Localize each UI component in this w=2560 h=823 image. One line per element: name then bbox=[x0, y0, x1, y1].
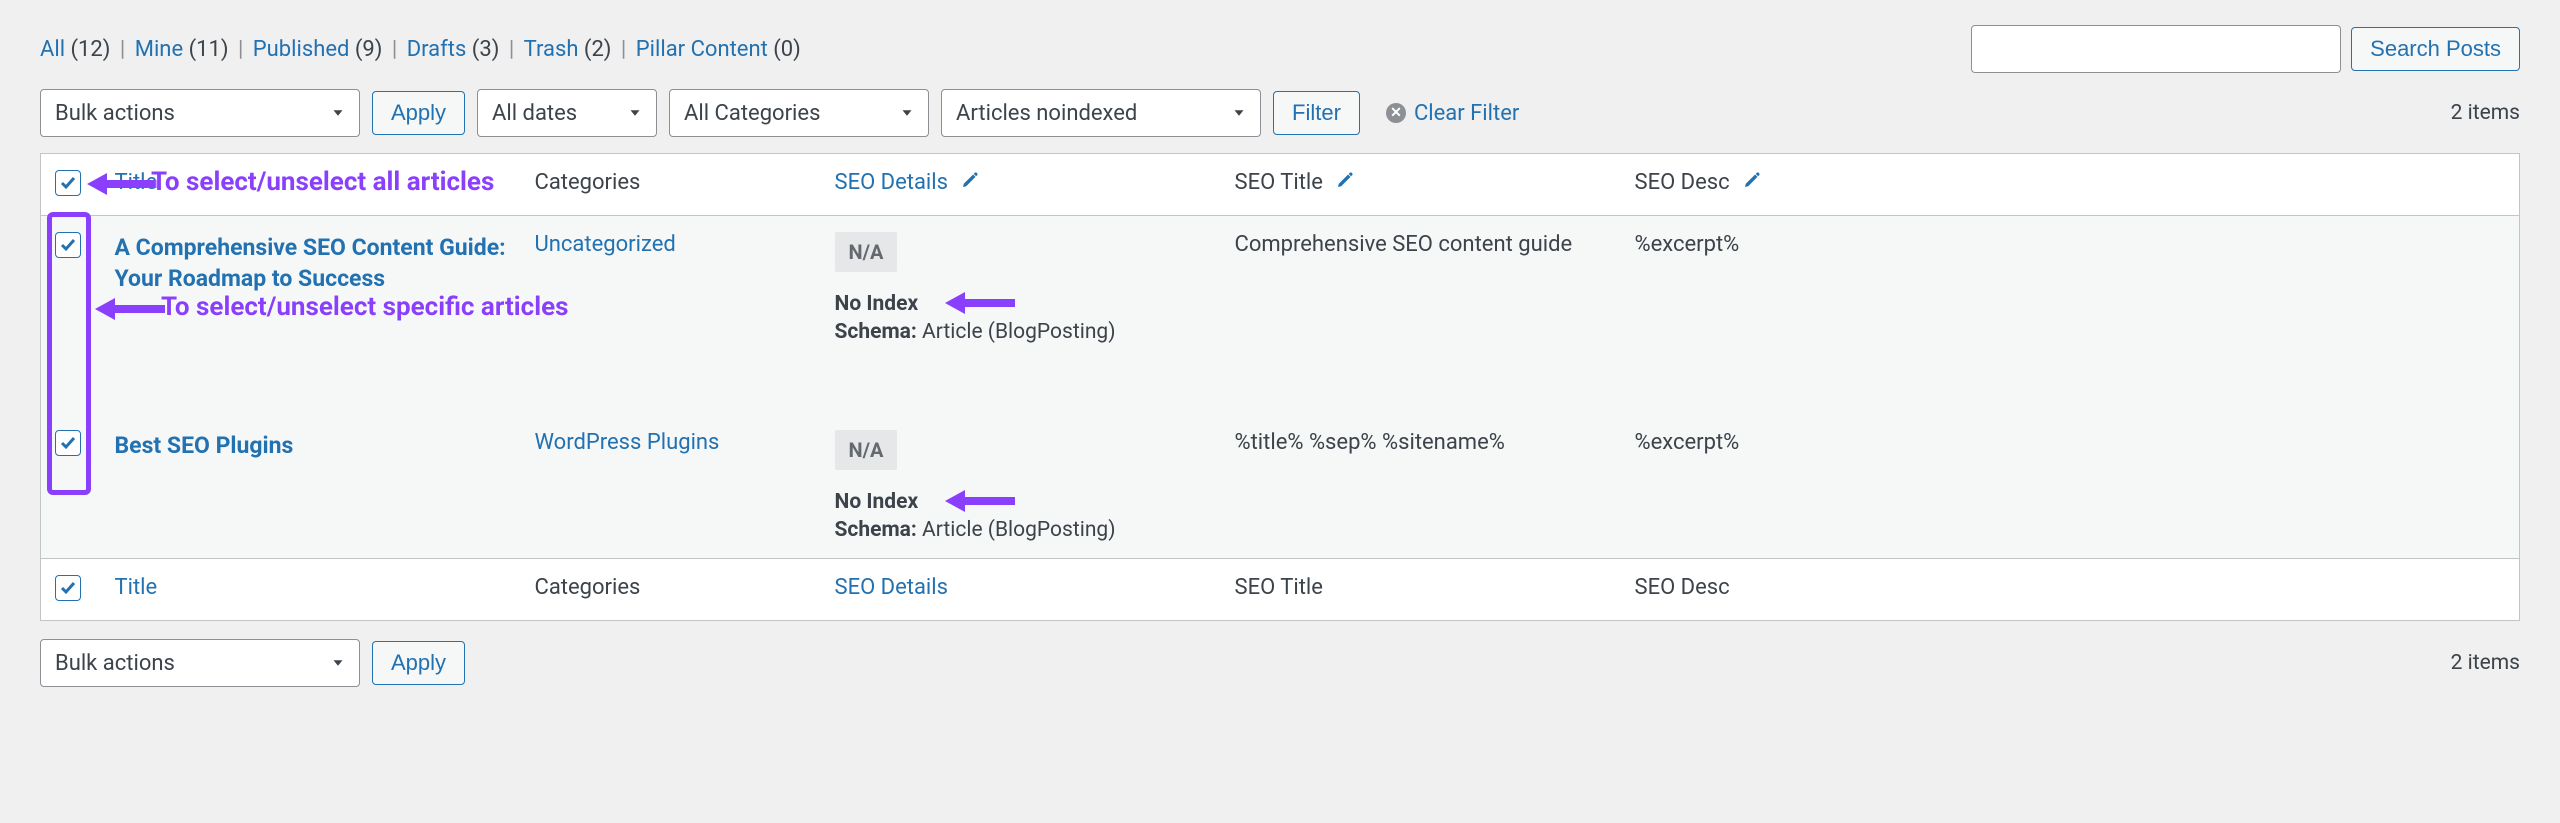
search-input[interactable] bbox=[1971, 25, 2341, 73]
bulk-actions-select-bottom[interactable]: Bulk actions bbox=[40, 639, 360, 687]
col-categories-header: Categories bbox=[521, 154, 821, 216]
clear-filter-label: Clear Filter bbox=[1414, 101, 1519, 126]
dates-select[interactable]: All dates bbox=[477, 89, 657, 137]
col-seo-details-footer[interactable]: SEO Details bbox=[835, 575, 948, 600]
dates-label: All dates bbox=[492, 101, 577, 126]
items-count-bottom: 2 items bbox=[2451, 651, 2520, 675]
items-count-top: 2 items bbox=[2451, 101, 2520, 125]
search-posts-button[interactable]: Search Posts bbox=[2351, 27, 2520, 71]
status-count: (9) bbox=[349, 37, 382, 62]
apply-bulk-button-bottom[interactable]: Apply bbox=[372, 641, 465, 685]
row-checkbox[interactable] bbox=[55, 430, 81, 456]
categories-select[interactable]: All Categories bbox=[669, 89, 929, 137]
row-checkbox[interactable] bbox=[55, 232, 81, 258]
rank-filter-select[interactable]: Articles noindexed bbox=[941, 89, 1261, 137]
status-count: (2) bbox=[578, 37, 611, 62]
seo-desc-cell: %excerpt% bbox=[1621, 410, 2520, 559]
clear-icon: ✕ bbox=[1386, 103, 1406, 123]
chevron-down-icon bbox=[329, 104, 347, 122]
status-filter-links: All (12) | Mine (11) | Published (9) | D… bbox=[40, 37, 801, 62]
col-seo-desc-footer: SEO Desc bbox=[1621, 559, 2520, 621]
table-row: A Comprehensive SEO Content Guide: Your … bbox=[41, 216, 2520, 361]
seo-score-badge: N/A bbox=[835, 232, 898, 272]
status-count: (11) bbox=[183, 37, 228, 62]
select-all-checkbox-bottom[interactable] bbox=[55, 575, 81, 601]
clear-filter-link[interactable]: ✕ Clear Filter bbox=[1386, 101, 1519, 126]
col-title-footer[interactable]: Title bbox=[115, 575, 158, 600]
table-row: Best SEO Plugins WordPress Plugins N/A No I… bbox=[41, 410, 2520, 559]
status-link-mine[interactable]: Mine bbox=[135, 37, 183, 62]
status-count: (0) bbox=[768, 37, 801, 62]
post-title-link[interactable]: A Comprehensive SEO Content Guide: Your … bbox=[115, 234, 506, 292]
chevron-down-icon bbox=[626, 104, 644, 122]
chevron-down-icon bbox=[329, 654, 347, 672]
edit-icon[interactable] bbox=[1741, 171, 1761, 191]
seo-title-cell: Comprehensive SEO content guide bbox=[1221, 216, 1621, 361]
seo-score-badge: N/A bbox=[835, 430, 898, 470]
apply-bulk-button-top[interactable]: Apply bbox=[372, 91, 465, 135]
status-count: (12) bbox=[65, 37, 110, 62]
status-link-all[interactable]: All bbox=[40, 37, 65, 62]
edit-icon[interactable] bbox=[959, 171, 979, 191]
status-link-pillar-content[interactable]: Pillar Content bbox=[636, 37, 768, 62]
status-count: (3) bbox=[466, 37, 499, 62]
chevron-down-icon bbox=[898, 104, 916, 122]
bulk-actions-label-bottom: Bulk actions bbox=[55, 651, 175, 676]
status-link-trash[interactable]: Trash bbox=[524, 37, 579, 62]
filter-button[interactable]: Filter bbox=[1273, 91, 1360, 135]
edit-icon[interactable] bbox=[1334, 171, 1354, 191]
noindex-label: No Index bbox=[835, 292, 1207, 316]
seo-title-cell: %title% %sep% %sitename% bbox=[1221, 410, 1621, 559]
col-seo-desc-header: SEO Desc bbox=[1635, 170, 1730, 195]
status-link-published[interactable]: Published bbox=[253, 37, 350, 62]
bulk-actions-select[interactable]: Bulk actions bbox=[40, 89, 360, 137]
col-seo-title-header: SEO Title bbox=[1235, 170, 1323, 195]
col-seo-details-header[interactable]: SEO Details bbox=[835, 170, 948, 195]
category-link[interactable]: Uncategorized bbox=[535, 232, 676, 257]
categories-label: All Categories bbox=[684, 101, 820, 126]
bulk-actions-label: Bulk actions bbox=[55, 101, 175, 126]
seo-desc-cell: %excerpt% bbox=[1621, 216, 2520, 361]
select-all-checkbox-top[interactable] bbox=[55, 170, 81, 196]
col-title-header[interactable]: Title bbox=[115, 170, 158, 195]
chevron-down-icon bbox=[1230, 104, 1248, 122]
col-seo-title-footer: SEO Title bbox=[1221, 559, 1621, 621]
noindex-label: No Index bbox=[835, 490, 1207, 514]
status-link-drafts[interactable]: Drafts bbox=[407, 37, 467, 62]
rank-filter-label: Articles noindexed bbox=[956, 101, 1137, 126]
schema-label: Schema: Article (BlogPosting) bbox=[835, 518, 1207, 542]
category-link[interactable]: WordPress Plugins bbox=[535, 430, 720, 455]
schema-label: Schema: Article (BlogPosting) bbox=[835, 320, 1207, 344]
post-title-link[interactable]: Best SEO Plugins bbox=[115, 432, 294, 459]
col-categories-footer: Categories bbox=[521, 559, 821, 621]
